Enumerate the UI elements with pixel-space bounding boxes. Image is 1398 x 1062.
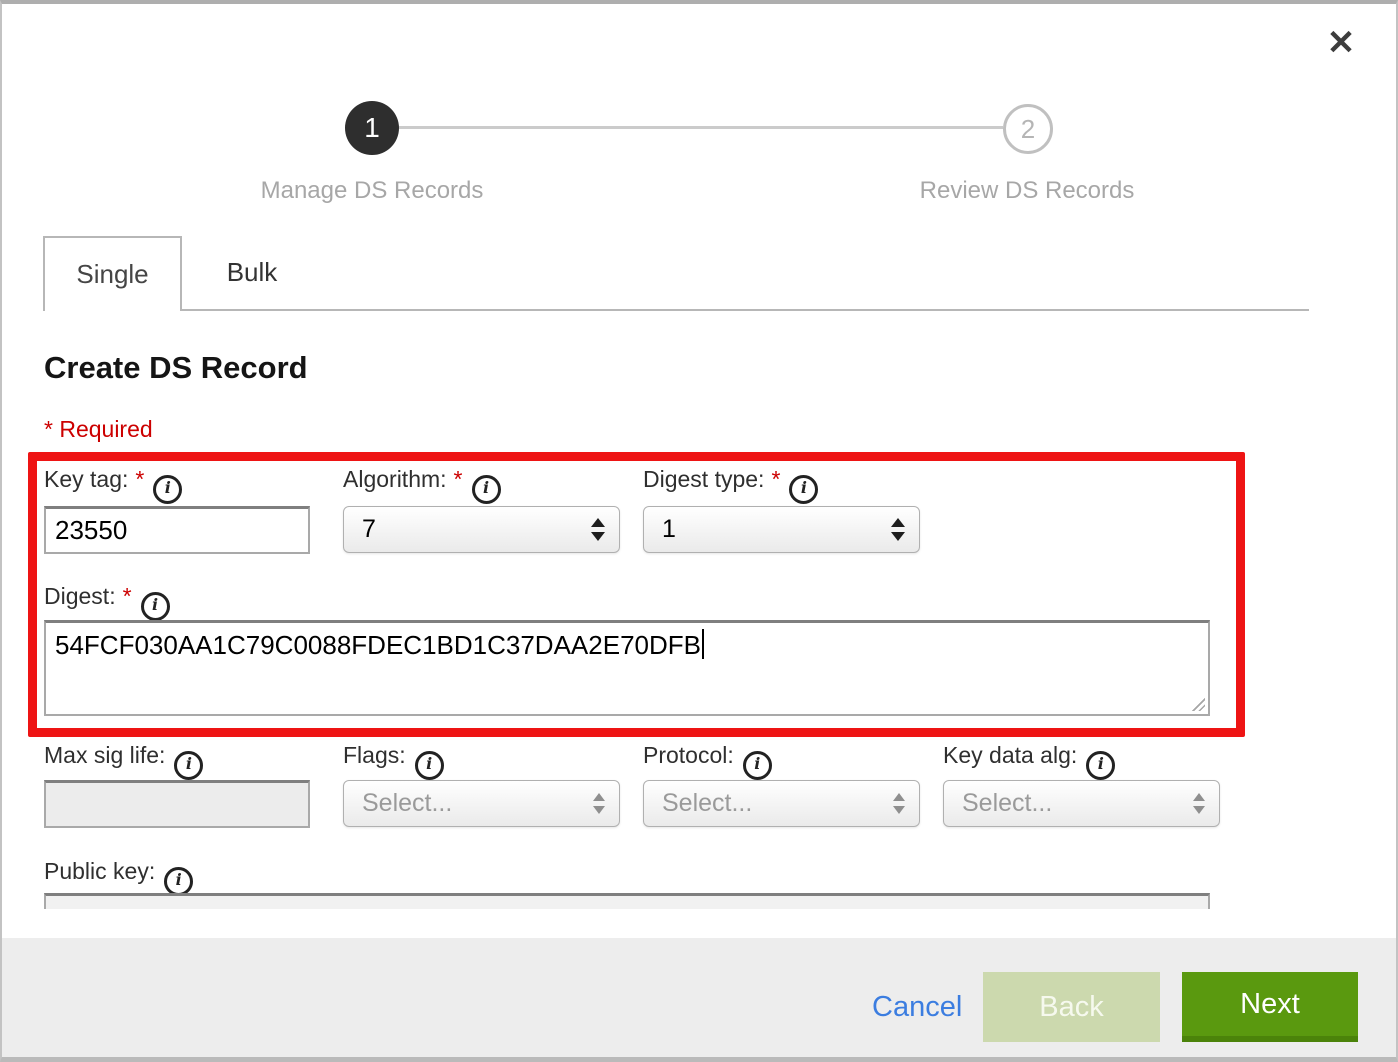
required-asterisk: * — [454, 466, 463, 492]
select-arrows-icon — [591, 518, 605, 541]
protocol-select-value: Select... — [662, 789, 893, 818]
info-icon[interactable] — [164, 867, 193, 896]
tab-bar-divider — [181, 309, 1309, 311]
key-tag-input[interactable]: 23550 — [44, 506, 310, 554]
required-asterisk: * — [771, 466, 780, 492]
public-key-textarea[interactable] — [44, 893, 1210, 909]
protocol-label: Protocol: — [643, 742, 772, 780]
step-2-label: Review DS Records — [920, 177, 1135, 205]
key-data-alg-select[interactable]: Select... — [943, 780, 1220, 827]
algorithm-label: Algorithm: * — [343, 466, 501, 504]
algorithm-label-text: Algorithm: — [343, 466, 447, 492]
tab-bulk[interactable]: Bulk — [182, 236, 322, 309]
key-tag-label-text: Key tag: — [44, 466, 128, 492]
flags-select-value: Select... — [362, 789, 593, 818]
algorithm-select-value: 7 — [362, 515, 591, 544]
digest-type-select[interactable]: 1 — [643, 506, 920, 553]
info-icon[interactable] — [1086, 751, 1115, 780]
cancel-link[interactable]: Cancel — [872, 991, 962, 1024]
stepper-connector — [399, 126, 1003, 129]
key-data-alg-select-value: Select... — [962, 789, 1193, 818]
flags-label: Flags: — [343, 742, 444, 780]
key-data-alg-label-text: Key data alg: — [943, 742, 1077, 768]
info-icon[interactable] — [789, 475, 818, 504]
max-sig-life-label: Max sig life: — [44, 742, 203, 780]
info-icon[interactable] — [141, 592, 170, 621]
step-2-indicator: 2 — [1003, 104, 1053, 154]
info-icon[interactable] — [153, 475, 182, 504]
info-icon[interactable] — [174, 751, 203, 780]
page-title: Create DS Record — [44, 350, 308, 386]
max-sig-life-input[interactable] — [44, 780, 310, 828]
key-tag-label: Key tag: * — [44, 466, 182, 504]
back-button[interactable]: Back — [983, 972, 1160, 1042]
max-sig-life-label-text: Max sig life: — [44, 742, 165, 768]
info-icon[interactable] — [743, 751, 772, 780]
key-data-alg-label: Key data alg: — [943, 742, 1115, 780]
digest-type-label-text: Digest type: — [643, 466, 764, 492]
public-key-label-text: Public key: — [44, 858, 155, 884]
select-arrows-icon — [1193, 793, 1205, 814]
required-asterisk: * — [123, 583, 132, 609]
digest-label-text: Digest: — [44, 583, 116, 609]
step-1-label: Manage DS Records — [261, 177, 484, 205]
key-tag-value: 23550 — [55, 515, 127, 546]
digest-value: 54FCF030AA1C79C0088FDEC1BD1C37DAA2E70DFB — [55, 630, 701, 660]
select-arrows-icon — [893, 793, 905, 814]
info-icon[interactable] — [472, 475, 501, 504]
required-asterisk: * — [135, 466, 144, 492]
next-button[interactable]: Next — [1182, 972, 1358, 1042]
select-arrows-icon — [891, 518, 905, 541]
resize-handle-icon[interactable] — [1190, 696, 1205, 711]
info-icon[interactable] — [415, 751, 444, 780]
tab-single[interactable]: Single — [43, 236, 182, 311]
digest-textarea[interactable]: 54FCF030AA1C79C0088FDEC1BD1C37DAA2E70DFB — [44, 620, 1210, 716]
algorithm-select[interactable]: 7 — [343, 506, 620, 553]
required-note: * Required — [44, 416, 153, 443]
protocol-label-text: Protocol: — [643, 742, 734, 768]
protocol-select[interactable]: Select... — [643, 780, 920, 827]
digest-type-label: Digest type: * — [643, 466, 818, 504]
text-cursor — [702, 629, 704, 659]
flags-select[interactable]: Select... — [343, 780, 620, 827]
close-icon[interactable]: ✕ — [1318, 20, 1364, 66]
public-key-label: Public key: — [44, 858, 193, 896]
select-arrows-icon — [593, 793, 605, 814]
step-1-indicator: 1 — [345, 101, 399, 155]
create-ds-record-dialog: ✕ 1 2 Manage DS Records Review DS Record… — [0, 0, 1398, 96]
digest-label: Digest: * — [44, 583, 170, 621]
flags-label-text: Flags: — [343, 742, 406, 768]
digest-type-select-value: 1 — [662, 515, 891, 544]
